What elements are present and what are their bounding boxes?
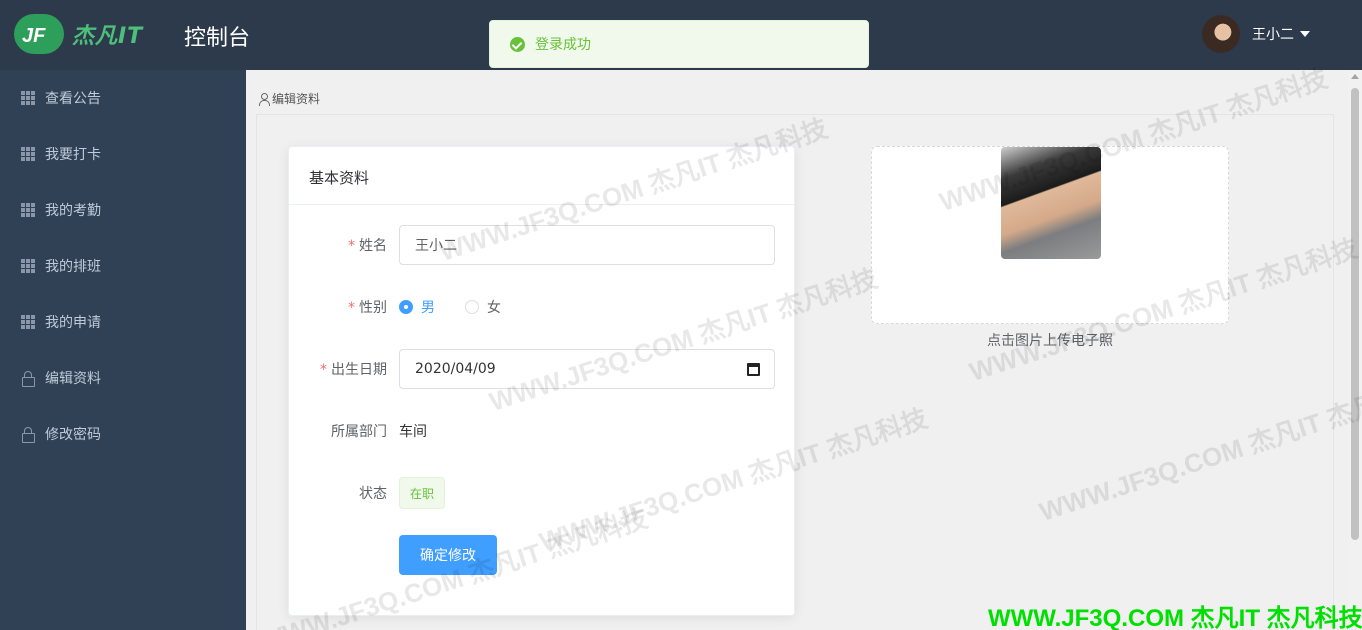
main-content: 编辑资料 基本资料 *姓名 *性别 男 女 *出生日期 2020/04/09 bbox=[246, 70, 1346, 630]
caret-down-icon[interactable] bbox=[1300, 31, 1310, 37]
calendar-icon[interactable] bbox=[747, 362, 760, 376]
sidebar-item-label: 修改密码 bbox=[45, 427, 101, 443]
status-badge: 在职 bbox=[399, 477, 446, 509]
dept-label: 所属部门 bbox=[331, 424, 387, 440]
sidebar-item-clock-in[interactable]: 我要打卡 bbox=[0, 126, 246, 182]
grid-icon bbox=[21, 147, 35, 161]
user-name[interactable]: 王小二 bbox=[1252, 24, 1294, 44]
sidebar-item-schedule[interactable]: 我的排班 bbox=[0, 238, 246, 294]
grid-icon bbox=[21, 315, 35, 329]
required-mark: * bbox=[320, 362, 327, 378]
grid-icon bbox=[21, 91, 35, 105]
name-label: * 姓名 bbox=[289, 235, 399, 255]
status-row: 状态 在职 bbox=[289, 477, 796, 509]
sidebar-item-announcements[interactable]: 查看公告 bbox=[0, 70, 246, 126]
sidebar-item-change-password[interactable]: 修改密码 bbox=[0, 406, 246, 462]
photo-upload-area[interactable] bbox=[871, 146, 1229, 324]
sidebar-item-label: 我要打卡 bbox=[45, 147, 101, 163]
app-title: 控制台 bbox=[184, 26, 251, 51]
sidebar-item-label: 编辑资料 bbox=[45, 371, 101, 387]
gender-label-text: 性别 bbox=[359, 300, 387, 316]
logo-mark-icon: JF bbox=[14, 14, 64, 54]
scroll-thumb[interactable] bbox=[1351, 88, 1359, 540]
dept-value: 车间 bbox=[399, 424, 427, 440]
required-mark: * bbox=[348, 238, 355, 254]
footer-watermark: WWW.JF3Q.COM 杰凡IT 杰凡科技 bbox=[988, 605, 1362, 630]
gender-radio-female[interactable]: 女 bbox=[465, 297, 501, 317]
lock-icon bbox=[21, 427, 35, 443]
card-title: 基本资料 bbox=[289, 147, 794, 205]
gender-label: * 性别 bbox=[289, 297, 399, 317]
profile-photo[interactable] bbox=[1001, 147, 1101, 259]
grid-icon bbox=[21, 203, 35, 217]
svg-text:JF: JF bbox=[22, 25, 46, 47]
scrollbar[interactable] bbox=[1348, 70, 1362, 630]
birth-row: * 出生日期 2020/04/09 bbox=[289, 349, 796, 389]
upload-hint: 点击图片上传电子照 bbox=[987, 333, 1113, 349]
sidebar-item-label: 我的申请 bbox=[45, 315, 101, 331]
sidebar-item-edit-profile[interactable]: 编辑资料 bbox=[0, 350, 246, 406]
check-circle-icon bbox=[510, 36, 525, 52]
submit-button[interactable]: 确定修改 bbox=[399, 535, 497, 575]
name-row: * 姓名 bbox=[289, 225, 796, 265]
sidebar-item-attendance[interactable]: 我的考勤 bbox=[0, 182, 246, 238]
sidebar-item-label: 我的排班 bbox=[45, 259, 101, 275]
user-menu[interactable]: 王小二 bbox=[1202, 15, 1310, 53]
breadcrumb: 编辑资料 bbox=[258, 90, 320, 107]
birth-label-text: 出生日期 bbox=[331, 362, 387, 378]
birth-date-input[interactable]: 2020/04/09 bbox=[399, 349, 775, 389]
birth-label: * 出生日期 bbox=[289, 359, 399, 379]
sidebar-item-label: 我的考勤 bbox=[45, 203, 101, 219]
radio-unchecked-icon[interactable] bbox=[465, 300, 479, 314]
radio-checked-icon[interactable] bbox=[399, 300, 413, 314]
status-label: 状态 bbox=[359, 486, 387, 502]
success-toast: 登录成功 bbox=[489, 20, 869, 68]
lock-icon bbox=[21, 371, 35, 387]
breadcrumb-label: 编辑资料 bbox=[272, 92, 321, 106]
grid-icon bbox=[21, 259, 35, 273]
gender-option-label[interactable]: 男 bbox=[421, 297, 435, 317]
user-icon bbox=[258, 92, 270, 106]
gender-radio-male[interactable]: 男 bbox=[399, 297, 435, 317]
required-mark: * bbox=[348, 300, 355, 316]
name-label-text: 姓名 bbox=[359, 238, 387, 254]
avatar[interactable] bbox=[1202, 15, 1240, 53]
logo-text: 杰凡IT bbox=[72, 24, 144, 49]
profile-card: 基本资料 *姓名 *性别 男 女 *出生日期 2020/04/09 所属部 bbox=[288, 146, 795, 616]
sidebar: 查看公告 我要打卡 我的考勤 我的排班 我的申请 编辑资料 修改密码 bbox=[0, 70, 246, 630]
toast-message: 登录成功 bbox=[535, 37, 591, 53]
sidebar-item-label: 查看公告 bbox=[45, 91, 101, 107]
gender-option-label[interactable]: 女 bbox=[487, 297, 501, 317]
dept-row: 所属部门 车间 bbox=[289, 421, 796, 441]
gender-row: * 性别 男 女 bbox=[289, 297, 796, 317]
logo[interactable]: JF 杰凡IT bbox=[14, 14, 143, 54]
scroll-up-icon[interactable] bbox=[1351, 74, 1359, 79]
birth-date-value: 2020/04/09 bbox=[415, 361, 496, 377]
sidebar-item-applications[interactable]: 我的申请 bbox=[0, 294, 246, 350]
name-input[interactable] bbox=[399, 225, 775, 265]
